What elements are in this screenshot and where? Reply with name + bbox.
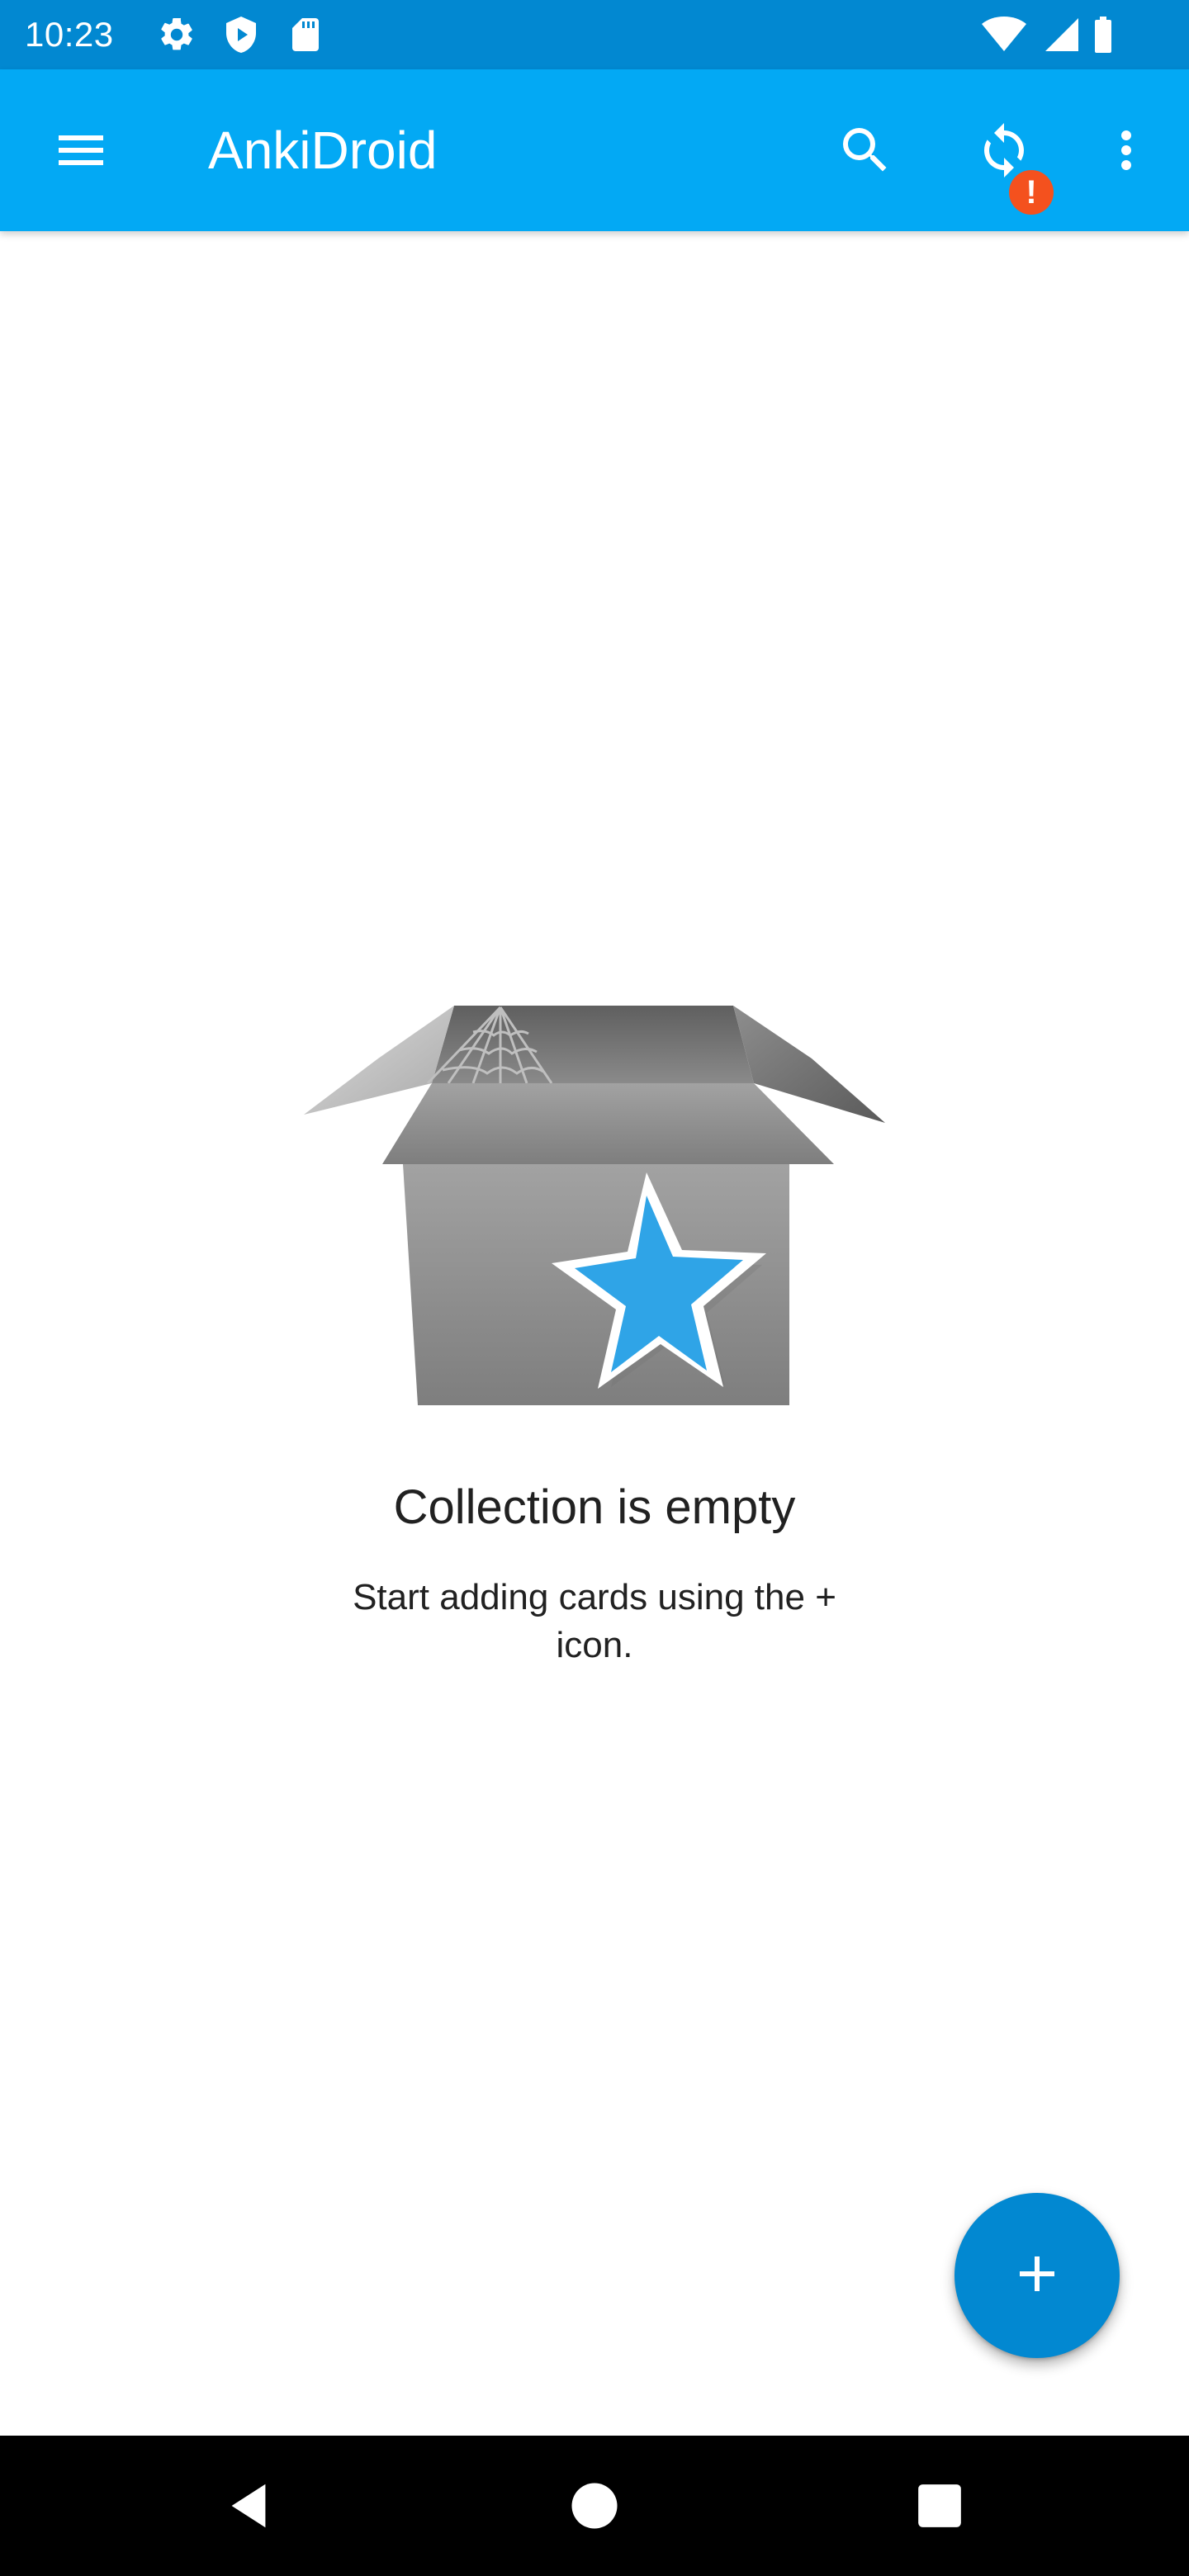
open-box-with-star-icon [304, 991, 885, 1412]
empty-state-title: Collection is empty [393, 1480, 796, 1534]
sync-warning-badge: ! [1009, 170, 1054, 215]
status-bar: 10:23 [0, 0, 1189, 69]
app-title: AnkiDroid [208, 121, 438, 180]
hamburger-menu-icon[interactable] [41, 111, 121, 190]
wifi-icon [981, 15, 1027, 54]
back-icon[interactable] [195, 2452, 302, 2559]
shield-play-icon [221, 15, 261, 54]
status-time: 10:23 [25, 15, 114, 54]
add-fab-button[interactable] [955, 2193, 1120, 2358]
app-bar: AnkiDroid ! [0, 69, 1189, 231]
signal-icon [1042, 15, 1082, 54]
plus-icon [1007, 2244, 1067, 2308]
recents-icon[interactable] [886, 2452, 993, 2559]
screen: 10:23 AnkiDroid ! Collection is empty St… [0, 0, 1189, 2576]
empty-state-subtitle: Start adding cards using the + icon. [353, 1577, 836, 1665]
sd-card-icon [286, 15, 325, 54]
overflow-menu-icon[interactable] [1087, 111, 1166, 190]
gear-icon [157, 15, 197, 54]
battery-icon [1088, 15, 1118, 54]
system-nav-bar [0, 2436, 1189, 2576]
search-icon[interactable] [826, 111, 905, 190]
home-icon[interactable] [541, 2452, 648, 2559]
